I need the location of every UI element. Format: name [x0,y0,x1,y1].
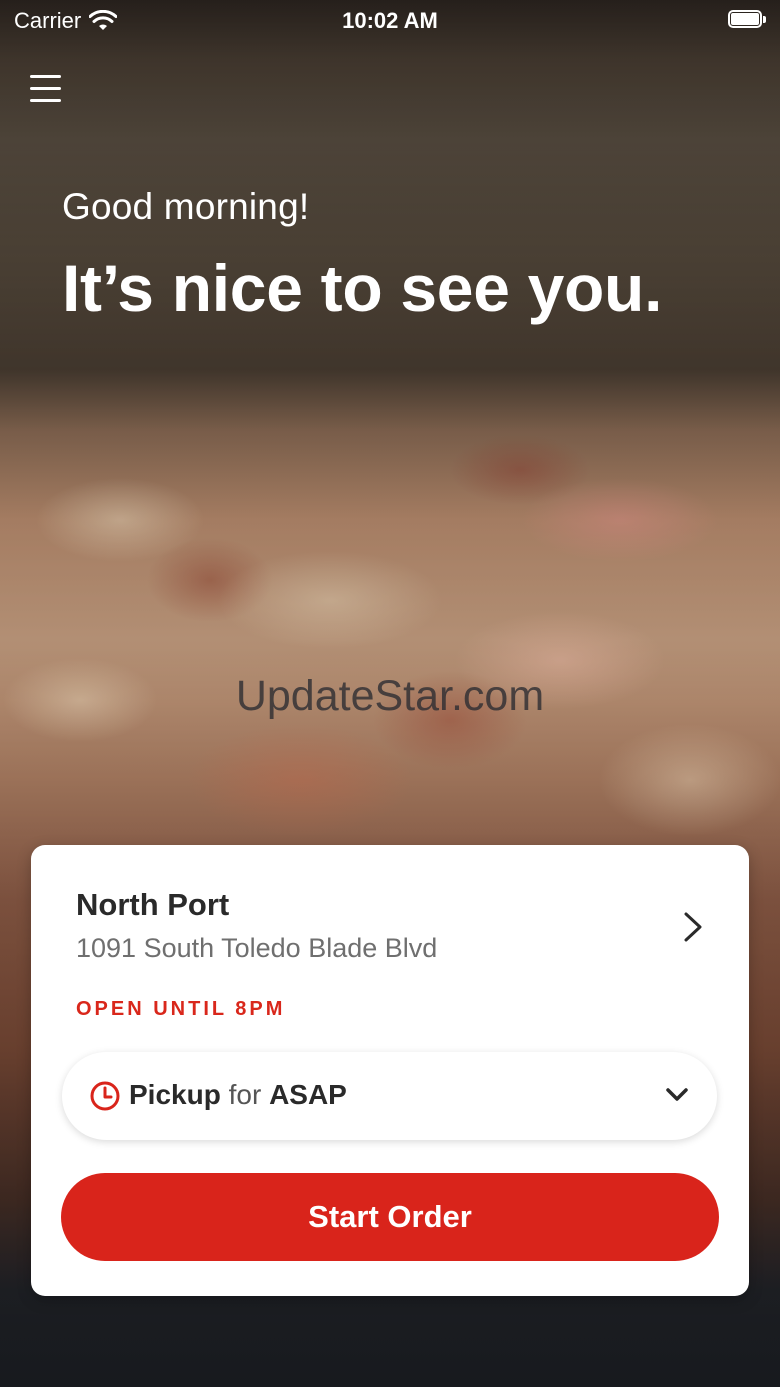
hamburger-menu-icon[interactable] [30,75,62,103]
chevron-down-icon [666,1088,688,1101]
watermark-text: UpdateStar.com [235,672,545,720]
chevron-right-icon [684,912,702,942]
home-screen: Carrier 10:02 AM Good morning! It’s nice… [0,0,780,1387]
status-bar: Carrier 10:02 AM [0,0,780,40]
order-mode-label: Pickup for ASAP [129,1079,347,1111]
open-status-badge: OPEN UNTIL 8PM [76,998,286,1020]
order-mode-connector: for [228,1079,262,1110]
store-selector[interactable]: North Port 1091 South Toledo Blade Blvd [31,845,749,985]
battery-icon [728,10,766,28]
order-mode-value: Pickup [129,1079,221,1110]
greeting-text: Good morning! [62,186,310,227]
store-card: North Port 1091 South Toledo Blade Blvd … [31,845,749,1296]
start-order-button[interactable]: Start Order [61,1173,719,1261]
order-mode-dropdown[interactable]: Pickup for ASAP [62,1052,717,1140]
clock-icon [90,1081,120,1111]
store-name: North Port [76,887,230,922]
headline-text: It’s nice to see you. [62,251,663,325]
store-address: 1091 South Toledo Blade Blvd [76,933,438,963]
status-time: 10:02 AM [342,8,438,33]
order-time-value: ASAP [269,1079,347,1110]
